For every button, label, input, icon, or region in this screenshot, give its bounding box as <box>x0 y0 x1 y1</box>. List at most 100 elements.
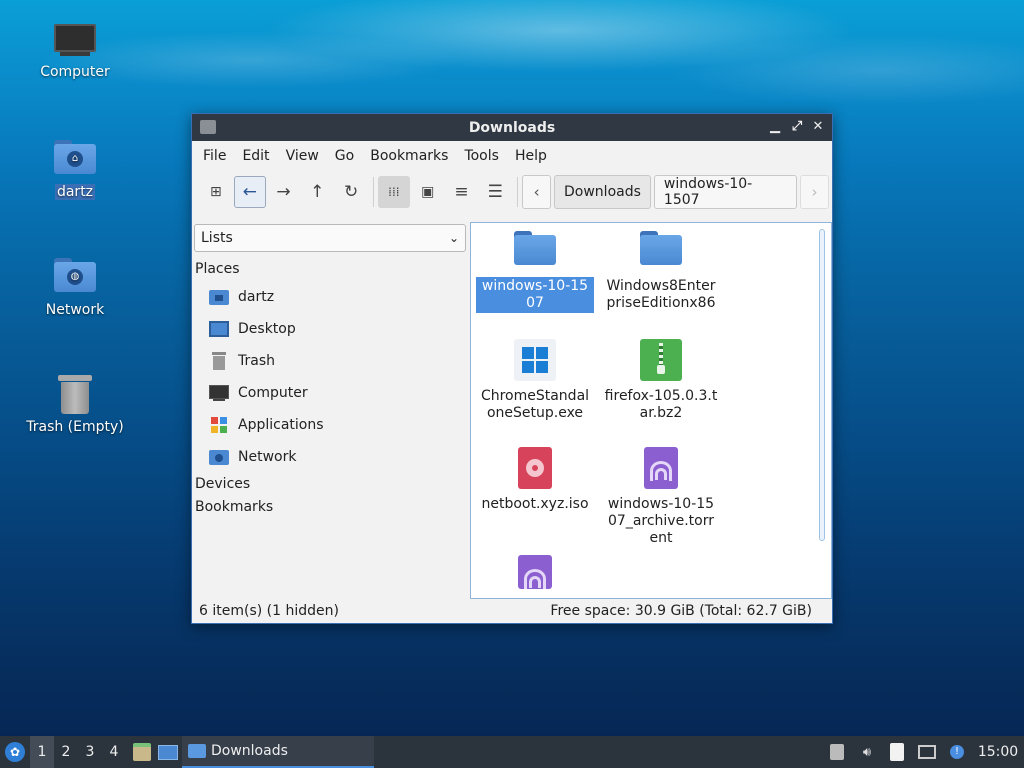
taskbar: ✿ 1 2 3 4 Downloads 🔊︎ ! 15:00 <box>0 736 1024 768</box>
desktop-icon <box>209 320 229 338</box>
menu-view[interactable]: View <box>278 148 327 164</box>
home-folder-icon <box>209 288 229 306</box>
breadcrumb-scroll-left[interactable]: ‹ <box>522 175 552 209</box>
folder-icon <box>188 744 206 758</box>
sidebar-item-label: Computer <box>238 385 308 401</box>
detailed-view-button[interactable]: ☰ <box>479 176 511 208</box>
sidebar-item-trash[interactable]: Trash <box>193 345 466 377</box>
desktop-icon-trash[interactable]: Trash (Empty) <box>15 373 135 435</box>
reload-icon: ↻ <box>343 182 359 202</box>
statusbar: 6 item(s) (1 hidden) Free space: 30.9 Gi… <box>192 599 832 623</box>
window-title: Downloads <box>468 119 556 136</box>
desktop-icon-home[interactable]: ⌂ dartz <box>15 140 135 200</box>
sidebar-mode-value: Lists <box>201 230 233 246</box>
task-downloads[interactable]: Downloads <box>182 736 374 768</box>
file-item[interactable]: netboot.xyz.iso <box>475 447 595 514</box>
folder-app-icon <box>200 120 216 134</box>
file-item[interactable] <box>475 555 595 597</box>
sidebar-item-dartz[interactable]: dartz <box>193 281 466 313</box>
trash-icon <box>209 352 229 370</box>
close-button[interactable]: ✕ <box>809 118 827 136</box>
file-manager-launcher[interactable] <box>130 736 154 768</box>
desktop-icon-computer[interactable]: Computer <box>15 22 135 80</box>
devices-header[interactable]: Devices <box>193 473 466 496</box>
workspace-4[interactable]: 4 <box>102 736 126 768</box>
sidebar-item-network[interactable]: Network <box>193 441 466 473</box>
network-button[interactable] <box>916 741 938 763</box>
applications-icon <box>209 416 229 434</box>
menu-help[interactable]: Help <box>507 148 555 164</box>
windows-exe-icon <box>514 339 556 381</box>
menu-bookmarks[interactable]: Bookmarks <box>362 148 456 164</box>
compact-view-button[interactable]: ≡ <box>446 176 478 208</box>
file-item[interactable]: windows-10-1507 <box>475 231 595 313</box>
volume-icon: 🔊︎ <box>862 744 872 760</box>
menu-file[interactable]: File <box>195 148 234 164</box>
forward-button[interactable]: → <box>268 176 300 208</box>
file-item[interactable]: firefox-105.0.3.tar.bz2 <box>601 339 721 423</box>
workspace-3[interactable]: 3 <box>78 736 102 768</box>
sidebar-item-label: Trash <box>238 353 275 369</box>
file-item[interactable]: ChromeStandaloneSetup.exe <box>475 339 595 423</box>
file-item[interactable]: windows-10-1507_archive.torrent <box>601 447 721 548</box>
minimize-button[interactable]: ▁ <box>766 118 784 136</box>
chevron-right-icon: › <box>811 183 818 201</box>
thumbnail-view-button[interactable]: ▣ <box>412 176 444 208</box>
updates-button[interactable]: ! <box>946 741 968 763</box>
up-button[interactable]: ↑ <box>301 176 333 208</box>
menu-go[interactable]: Go <box>327 148 362 164</box>
item-count: 6 item(s) (1 hidden) <box>199 603 339 619</box>
network-icon <box>918 745 936 759</box>
sidebar-item-applications[interactable]: Applications <box>193 409 466 441</box>
desktop-icon-label: Trash (Empty) <box>26 419 124 435</box>
vertical-scrollbar[interactable] <box>819 229 825 541</box>
menu-edit[interactable]: Edit <box>234 148 277 164</box>
sidebar: Lists ⌄ Places dartz Desktop Trash Compu… <box>193 222 466 594</box>
back-button[interactable]: ← <box>233 176 266 208</box>
volume-button[interactable]: 🔊︎ <box>856 741 878 763</box>
monitor-icon <box>54 22 96 60</box>
bookmarks-header[interactable]: Bookmarks <box>193 496 466 519</box>
app-menu-icon: ✿ <box>5 742 25 762</box>
breadcrumb-subfolder[interactable]: windows-10-1507 <box>653 175 798 209</box>
titlebar[interactable]: Downloads ▁ ⤢ ✕ <box>192 114 832 141</box>
maximize-button[interactable]: ⤢ <box>788 118 806 136</box>
breadcrumb-downloads[interactable]: Downloads <box>554 175 651 209</box>
detailed-view-icon: ☰ <box>487 182 503 202</box>
clock[interactable]: 15:00 <box>972 744 1024 760</box>
toolbar-separator <box>517 177 519 207</box>
new-tab-button[interactable]: ⊞ <box>200 176 232 208</box>
system-tray: 🔊︎ ! 15:00 <box>822 736 1024 768</box>
desktop-icon-network[interactable]: ◍ Network <box>15 258 135 318</box>
start-menu-button[interactable]: ✿ <box>0 736 30 768</box>
sidebar-item-computer[interactable]: Computer <box>193 377 466 409</box>
workspace-2[interactable]: 2 <box>54 736 78 768</box>
torrent-icon <box>644 447 678 489</box>
show-desktop-button[interactable] <box>154 736 182 768</box>
icon-view-button[interactable]: ⁞⁞⁞ <box>378 176 410 208</box>
free-space: Free space: 30.9 GiB (Total: 62.7 GiB) <box>550 603 812 619</box>
file-item[interactable]: Windows8EnterpriseEditionx86 <box>601 231 721 313</box>
desktop-icon-label: Network <box>45 302 105 318</box>
compact-view-icon: ≡ <box>454 182 469 202</box>
sidebar-item-label: dartz <box>238 289 275 305</box>
archive-icon <box>640 339 682 381</box>
reload-button[interactable]: ↻ <box>335 176 367 208</box>
tray-up-arrow[interactable] <box>826 741 848 763</box>
chevron-down-icon: ⌄ <box>448 231 459 245</box>
breadcrumb-scroll-right[interactable]: › <box>800 175 829 209</box>
file-name: ChromeStandaloneSetup.exe <box>480 388 590 421</box>
folder-icon <box>514 231 556 267</box>
clipboard-button[interactable] <box>886 741 908 763</box>
chevron-left-icon: ‹ <box>533 183 540 201</box>
file-view[interactable]: windows-10-1507 Windows8EnterpriseEditio… <box>470 222 832 599</box>
sidebar-mode-select[interactable]: Lists ⌄ <box>194 224 466 252</box>
sidebar-item-desktop[interactable]: Desktop <box>193 313 466 345</box>
file-name: windows-10-1507_archive.torrent <box>607 496 715 546</box>
sidebar-item-label: Desktop <box>238 321 296 337</box>
workspace-1[interactable]: 1 <box>30 736 54 768</box>
home-folder-icon: ⌂ <box>54 140 96 174</box>
task-label: Downloads <box>211 743 288 759</box>
menu-tools[interactable]: Tools <box>456 148 507 164</box>
file-name: netboot.xyz.iso <box>481 496 589 512</box>
